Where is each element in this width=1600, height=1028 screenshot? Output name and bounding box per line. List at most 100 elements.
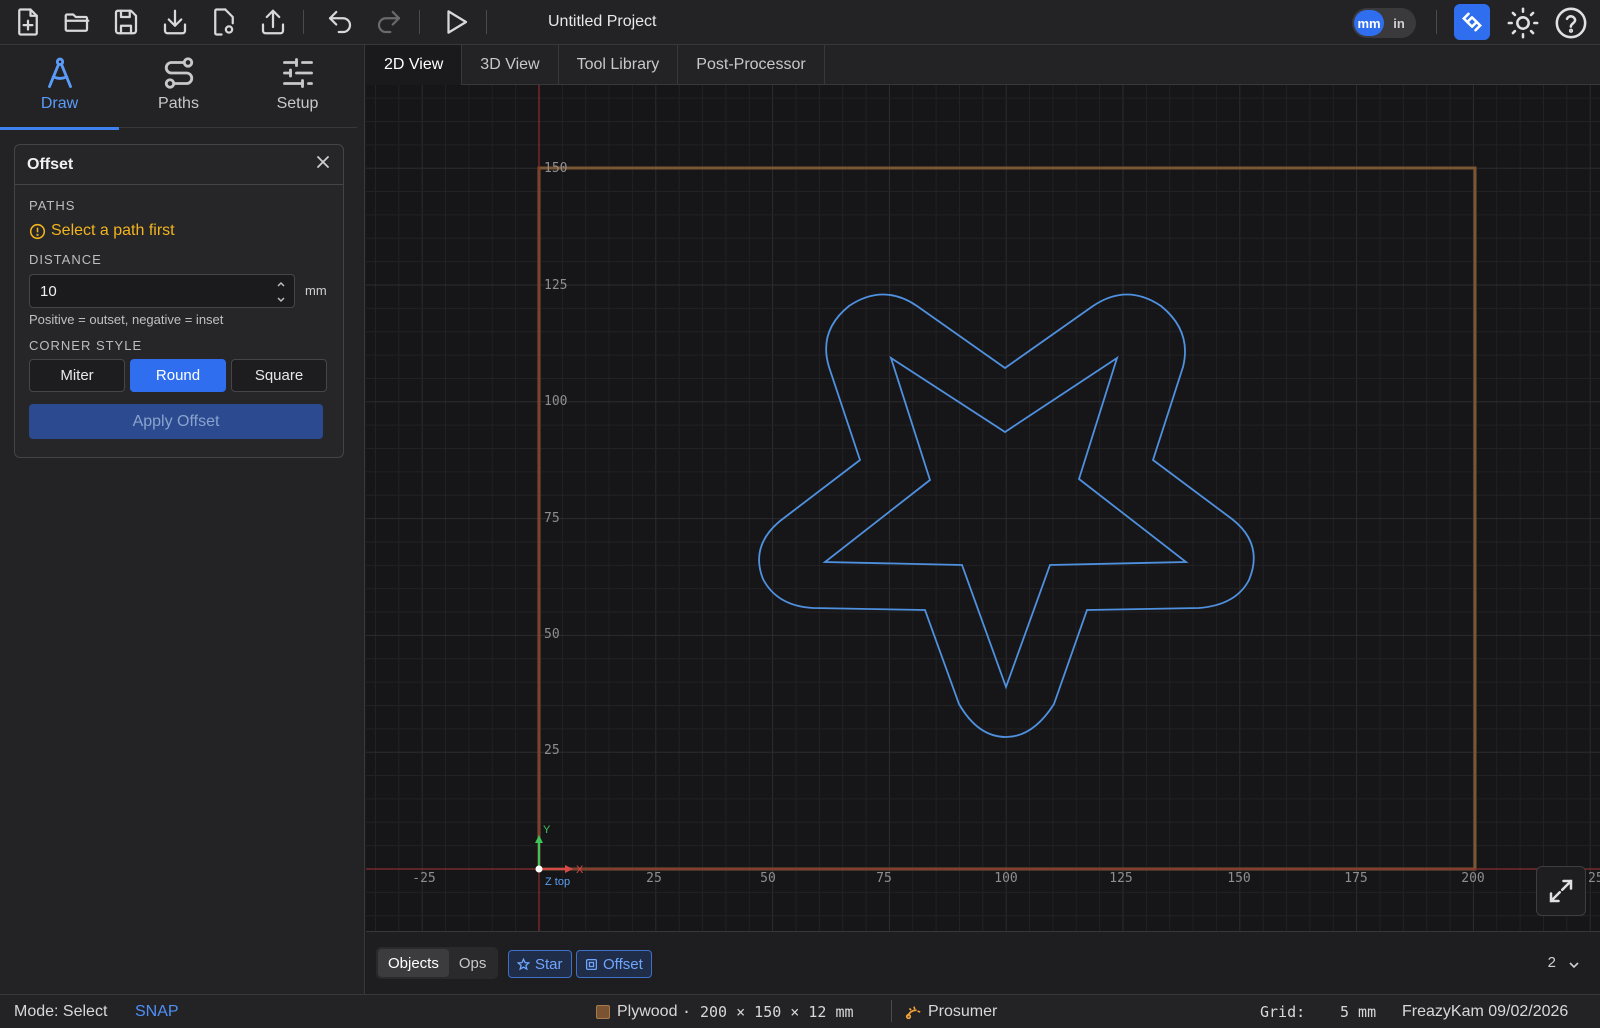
material-swatch — [596, 1005, 610, 1019]
x-tick: 200 — [1461, 871, 1484, 886]
offset-icon — [585, 958, 598, 970]
corner-miter-button[interactable]: Miter — [29, 359, 125, 392]
distance-unit: mm — [305, 283, 327, 298]
y-tick: 125 — [544, 278, 567, 293]
new-file-icon[interactable] — [12, 6, 44, 38]
tab-setup[interactable]: Setup — [238, 45, 357, 128]
y-axis-ticks: 150 125 100 75 50 25 — [544, 161, 567, 758]
toolbar-separator — [303, 10, 304, 34]
tab-tool-library[interactable]: Tool Library — [559, 45, 679, 85]
redo-icon[interactable] — [373, 6, 405, 38]
toolbar-separator — [486, 10, 487, 34]
tab-draw[interactable]: Draw — [0, 45, 119, 130]
x-tick: 75 — [876, 871, 892, 886]
ops-segment[interactable]: Ops — [449, 949, 497, 977]
x-tick: 25 — [646, 871, 662, 886]
material-name: Plywood — [617, 1003, 678, 1020]
grid-lines — [366, 85, 1600, 931]
undo-icon[interactable] — [324, 6, 356, 38]
close-icon[interactable] — [315, 154, 331, 175]
gizmo-x-arrow — [565, 865, 573, 873]
unit-toggle[interactable]: mm in — [1352, 8, 1416, 38]
select-path-warning: Select a path first — [29, 222, 175, 240]
theme-sun-icon[interactable] — [1506, 6, 1540, 45]
chevron-up-icon[interactable] — [276, 280, 286, 288]
corner-style-group: Miter Round Square — [29, 359, 332, 392]
warning-text: Select a path first — [51, 222, 175, 239]
machine-profile[interactable]: Prosumer — [904, 1003, 997, 1021]
offset-panel-title: Offset — [27, 155, 74, 173]
distance-stepper[interactable] — [276, 280, 286, 304]
star-path[interactable] — [822, 355, 1189, 690]
tab-paths-label: Paths — [158, 95, 199, 112]
warning-circle-icon — [29, 223, 46, 239]
tab-paths[interactable]: Paths — [119, 45, 238, 128]
import-icon[interactable] — [159, 6, 191, 38]
fullscreen-button[interactable] — [1536, 866, 1586, 916]
tab-post-processor[interactable]: Post-Processor — [678, 45, 825, 85]
distance-label: DISTANCE — [29, 252, 102, 267]
toolbar-separator — [1436, 10, 1437, 34]
drawing-canvas[interactable]: Y X Z top -25 25 50 75 100 125 150 175 2… — [366, 85, 1600, 931]
file-settings-icon[interactable] — [208, 6, 240, 38]
stock-dimensions: · 200 × 150 × 12 mm — [681, 1003, 854, 1021]
star-icon — [517, 957, 530, 970]
help-icon[interactable] — [1554, 6, 1588, 45]
objects-ops-switch[interactable]: Objects Ops — [376, 947, 499, 979]
export-icon[interactable] — [257, 6, 289, 38]
gizmo-y-label: Y — [543, 824, 551, 836]
x-tick: -25 — [412, 871, 435, 886]
open-folder-icon[interactable] — [61, 6, 93, 38]
object-chip-star[interactable]: Star — [508, 950, 572, 978]
objects-segment[interactable]: Objects — [378, 949, 449, 977]
top-toolbar: Untitled Project mm in — [0, 0, 1600, 45]
material-info[interactable]: Plywood · 200 × 150 × 12 mm — [596, 1003, 854, 1021]
play-icon[interactable] — [440, 6, 472, 38]
x-tick: 25 — [1588, 871, 1600, 886]
chevron-down-icon[interactable] — [276, 296, 286, 304]
unit-in-option[interactable]: in — [1384, 10, 1414, 36]
x-tick: 150 — [1227, 871, 1250, 886]
gizmo-z-label: Z top — [545, 876, 570, 888]
origin-point — [535, 865, 543, 873]
expand-arrows-icon — [1549, 879, 1573, 903]
y-tick: 100 — [544, 394, 567, 409]
distance-input[interactable]: 10 — [29, 274, 295, 308]
y-tick: 75 — [544, 511, 560, 526]
x-tick: 175 — [1344, 871, 1367, 886]
offset-panel-header: Offset — [15, 145, 343, 185]
object-count[interactable]: 2 — [1548, 954, 1556, 971]
canvas-svg[interactable]: Y X Z top -25 25 50 75 100 125 150 175 2… — [366, 85, 1600, 931]
grid-value[interactable]: 5 mm — [1340, 1003, 1376, 1021]
project-title[interactable]: Untitled Project — [548, 13, 657, 31]
snap-toggle[interactable]: SNAP — [135, 1003, 179, 1021]
chip-label: Star — [535, 955, 563, 973]
sidebar-tabs: Draw Paths Setup — [0, 45, 357, 130]
x-tick: 100 — [994, 871, 1017, 886]
save-icon[interactable] — [110, 6, 142, 38]
grid-label: Grid: — [1260, 1003, 1306, 1021]
object-chip-offset[interactable]: Offset — [576, 950, 652, 978]
corner-round-button[interactable]: Round — [130, 359, 226, 392]
brand-logo-icon[interactable] — [1454, 4, 1490, 40]
status-bar: Mode: Select SNAP Plywood · 200 × 150 × … — [0, 994, 1600, 1028]
x-tick: 125 — [1109, 871, 1132, 886]
distance-value: 10 — [40, 282, 57, 300]
chevron-down-icon[interactable] — [1568, 957, 1580, 975]
toolbar-separator — [419, 10, 420, 34]
view-tabs: 2D View 3D View Tool Library Post-Proces… — [366, 45, 1600, 85]
distance-hint: Positive = outset, negative = inset — [29, 312, 224, 327]
apply-offset-button[interactable]: Apply Offset — [29, 404, 323, 439]
tab-setup-label: Setup — [276, 95, 319, 112]
mode-indicator: Mode: Select — [14, 1003, 108, 1020]
tab-draw-label: Draw — [40, 95, 79, 112]
app-version: FreazyKam 09/02/2026 — [1402, 1003, 1569, 1020]
gizmo-x-label: X — [576, 864, 584, 876]
unit-mm-option[interactable]: mm — [1354, 10, 1384, 36]
corner-square-button[interactable]: Square — [231, 359, 327, 392]
x-tick: 50 — [760, 871, 776, 886]
tab-3d-view[interactable]: 3D View — [462, 45, 559, 85]
offset-panel: Offset PATHS Select a path first DISTANC… — [14, 144, 344, 458]
tab-2d-view[interactable]: 2D View — [366, 45, 463, 85]
status-separator — [891, 1000, 892, 1022]
